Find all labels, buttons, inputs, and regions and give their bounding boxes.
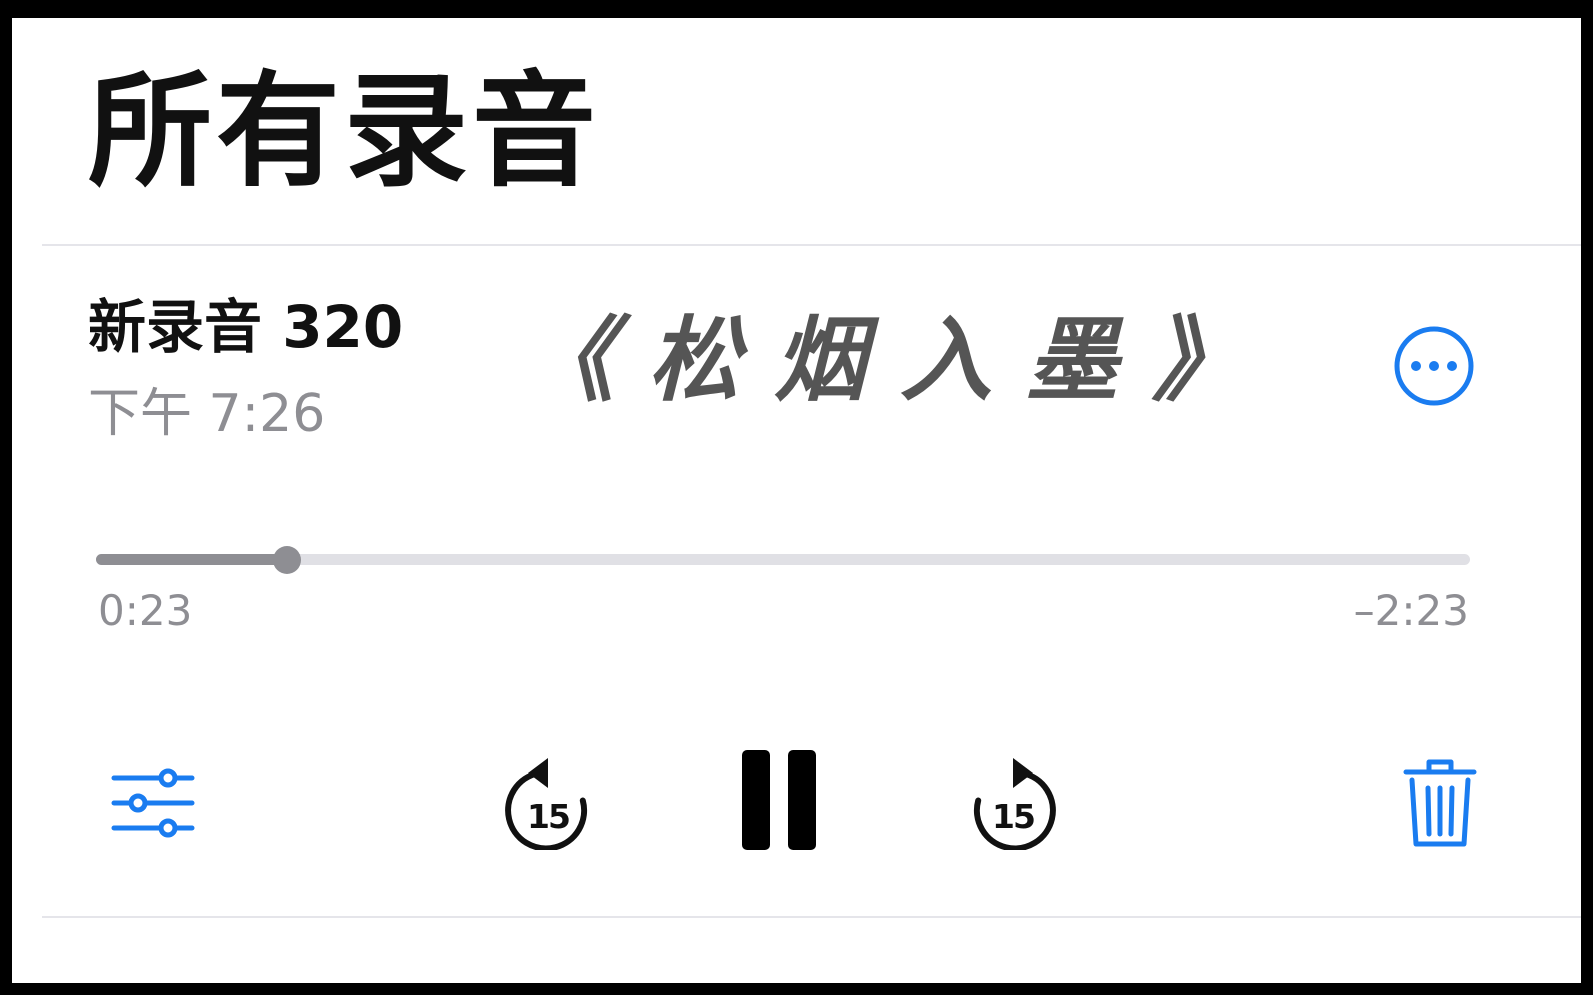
overlay-title-caption: 《松烟入墨》 [522, 306, 1279, 414]
pause-icon [742, 750, 816, 850]
pause-button[interactable] [740, 748, 820, 852]
scrubber-progress [96, 554, 287, 565]
more-ellipsis-icon [1394, 326, 1474, 406]
skip-forward-button[interactable]: 15 [967, 750, 1059, 850]
more-options-button[interactable] [1392, 324, 1476, 408]
scrubber-thumb[interactable] [272, 546, 301, 574]
trash-icon [1403, 759, 1477, 847]
sliders-icon [111, 768, 195, 838]
skip-back-seconds: 15 [527, 797, 571, 836]
scrubber-track [96, 554, 1470, 565]
list-divider [42, 916, 1581, 918]
recording-time: 下午 7:26 [88, 384, 326, 444]
delete-recording-button[interactable] [1402, 756, 1478, 850]
edit-options-button[interactable] [110, 768, 196, 838]
remaining-time: –2:23 [1353, 586, 1469, 635]
recording-name[interactable]: 新录音 320 [88, 298, 403, 356]
skip-forward-seconds: 15 [992, 797, 1036, 836]
playback-scrubber[interactable] [96, 544, 1470, 576]
header-divider [42, 244, 1581, 246]
elapsed-time: 0:23 [98, 586, 193, 635]
voice-memos-screen: 所有录音 新录音 320 下午 7:26 《松烟入墨》 0:23 –2:23 1… [12, 18, 1581, 983]
page-title: 所有录音 [88, 60, 601, 204]
skip-back-button[interactable]: 15 [502, 750, 594, 850]
